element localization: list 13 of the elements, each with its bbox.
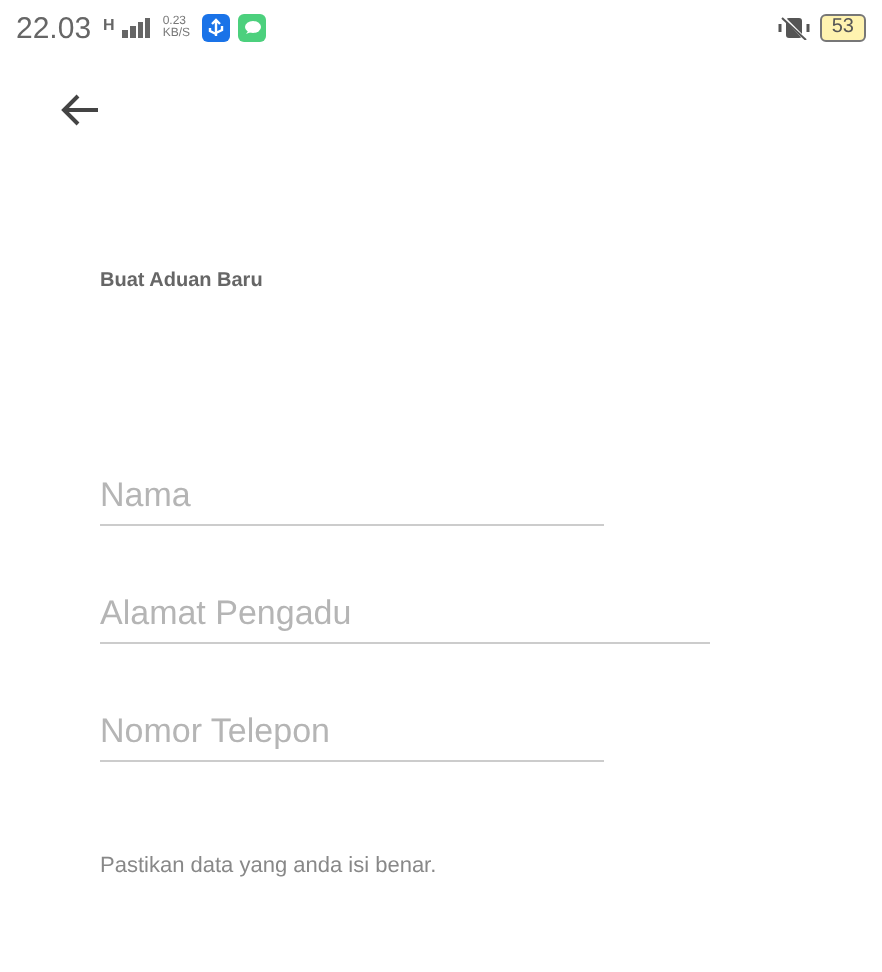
network-type: H — [103, 15, 115, 33]
back-arrow-icon[interactable] — [60, 94, 100, 126]
hint-text: Pastikan data yang anda isi benar. — [100, 854, 439, 878]
battery-level: 53 — [819, 14, 866, 42]
input-field[interactable]: Nama — [100, 476, 604, 526]
clock-time: 22.03 — [16, 11, 92, 45]
page-title: Buat Aduan Baru — [100, 270, 265, 292]
vibrate-off-icon — [775, 16, 812, 40]
input-field[interactable]: Alamat Pengadu — [100, 594, 710, 644]
chat-icon — [238, 14, 267, 42]
input-field[interactable]: Nomor Telepon — [100, 712, 604, 762]
signal-icon — [122, 18, 151, 38]
usb-icon — [202, 14, 231, 42]
